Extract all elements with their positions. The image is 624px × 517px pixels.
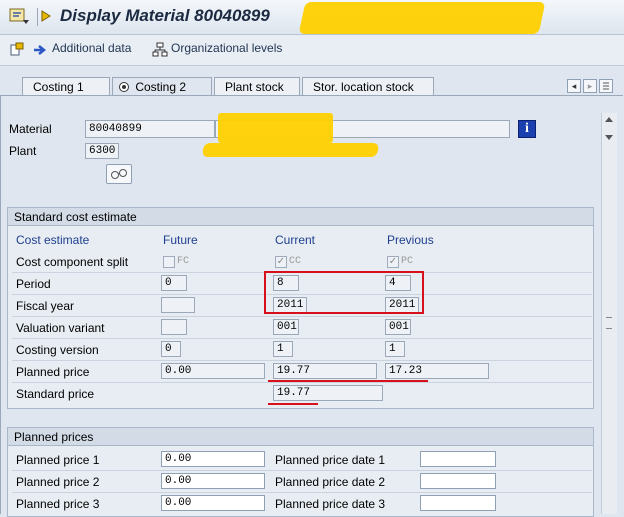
planned-price-date-1-field[interactable] bbox=[420, 451, 496, 467]
redaction-mark bbox=[201, 143, 380, 157]
planned-price-3-field[interactable]: 0.00 bbox=[161, 495, 265, 511]
tab-label: Costing 2 bbox=[135, 80, 187, 94]
link-button[interactable] bbox=[106, 164, 132, 184]
org-levels-icon[interactable] bbox=[152, 42, 168, 58]
tab-label: Plant stock bbox=[225, 80, 284, 94]
tab-label: Costing 1 bbox=[33, 80, 84, 94]
group-title: Planned prices bbox=[8, 428, 593, 446]
plant-field[interactable]: 6300 bbox=[85, 143, 119, 159]
cost-component-split-label: Cost component split bbox=[16, 255, 129, 269]
previous-header: Previous bbox=[387, 233, 434, 247]
tab-stor-location-stock[interactable]: Stor. location stock bbox=[302, 77, 434, 95]
other-view-icon[interactable] bbox=[9, 42, 25, 58]
future-fiscal-year-field[interactable] bbox=[161, 297, 195, 313]
fiscal-year-label: Fiscal year bbox=[16, 299, 75, 313]
period-label: Period bbox=[16, 277, 51, 291]
plant-label: Plant bbox=[9, 144, 37, 158]
future-costing-version-field[interactable]: 0 bbox=[161, 341, 181, 357]
previous-split-label: PC bbox=[401, 256, 414, 267]
scroll-down-icon[interactable] bbox=[605, 135, 613, 140]
future-split-checkbox[interactable] bbox=[163, 256, 175, 268]
row-divider bbox=[12, 470, 592, 471]
tab-costing-1[interactable]: Costing 1 bbox=[22, 77, 110, 95]
planned-price-date-1-label: Planned price date 1 bbox=[275, 453, 386, 467]
glasses-icon bbox=[111, 169, 127, 179]
previous-costing-version-field[interactable]: 1 bbox=[385, 341, 405, 357]
info-icon[interactable]: i bbox=[518, 120, 536, 138]
planned-price-date-3-field[interactable] bbox=[420, 495, 496, 511]
planned-price-2-field[interactable]: 0.00 bbox=[161, 473, 265, 489]
current-split-label: CC bbox=[289, 256, 302, 267]
tab-list-button[interactable] bbox=[599, 79, 613, 93]
window-title: Display Material 80040899 bbox=[60, 6, 270, 25]
underline-mark bbox=[268, 403, 318, 405]
future-period-field[interactable]: 0 bbox=[161, 275, 187, 291]
planned-price-2-label: Planned price 2 bbox=[16, 475, 100, 489]
row-divider bbox=[12, 382, 592, 383]
menu-icon[interactable] bbox=[9, 8, 31, 26]
future-split-label: FC bbox=[177, 256, 190, 267]
redaction-mark bbox=[218, 113, 333, 143]
highlight-box bbox=[264, 271, 424, 314]
material-field[interactable]: 80040899 bbox=[85, 120, 215, 138]
vertical-scrollbar[interactable] bbox=[601, 113, 617, 514]
planned-price-1-label: Planned price 1 bbox=[16, 453, 100, 467]
row-divider bbox=[12, 338, 592, 339]
org-levels-button[interactable]: Organizational levels bbox=[171, 41, 282, 55]
tab-costing-2[interactable]: Costing 2 bbox=[112, 77, 212, 95]
standard-price-label: Standard price bbox=[16, 387, 95, 401]
application-toolbar: Additional data Organizational levels bbox=[0, 35, 624, 66]
current-costing-version-field[interactable]: 1 bbox=[273, 341, 293, 357]
planned-price-date-3-label: Planned price date 3 bbox=[275, 497, 386, 511]
future-header: Future bbox=[163, 233, 198, 247]
underline-mark bbox=[268, 380, 428, 382]
previous-planned-price-field[interactable]: 17.23 bbox=[385, 363, 489, 379]
planned-price-date-2-label: Planned price date 2 bbox=[275, 475, 386, 489]
cost-estimate-header: Cost estimate bbox=[16, 233, 90, 247]
tab-scroll-left-button[interactable]: ◂ bbox=[567, 79, 581, 93]
previous-split-checkbox[interactable]: ✓ bbox=[387, 256, 399, 268]
planned-price-3-label: Planned price 3 bbox=[16, 497, 100, 511]
row-divider bbox=[12, 316, 592, 317]
costing-version-label: Costing version bbox=[16, 343, 99, 357]
current-header: Current bbox=[275, 233, 316, 247]
redaction-mark bbox=[298, 2, 546, 34]
selected-tab-icon bbox=[119, 82, 129, 92]
current-standard-price-field[interactable]: 19.77 bbox=[273, 385, 383, 401]
tab-label: Stor. location stock bbox=[313, 80, 414, 94]
nav-back-icon[interactable] bbox=[40, 9, 52, 23]
planned-price-1-field[interactable]: 0.00 bbox=[161, 451, 265, 467]
valuation-variant-label: Valuation variant bbox=[16, 321, 105, 335]
future-planned-price-field[interactable]: 0.00 bbox=[161, 363, 265, 379]
material-label: Material bbox=[9, 122, 52, 136]
current-split-checkbox[interactable]: ✓ bbox=[275, 256, 287, 268]
row-divider bbox=[12, 360, 592, 361]
additional-data-button[interactable]: Additional data bbox=[52, 41, 131, 55]
future-valuation-variant-field[interactable] bbox=[161, 319, 187, 335]
tab-scroll-right-button[interactable]: ▸ bbox=[583, 79, 597, 93]
additional-data-icon[interactable] bbox=[33, 42, 49, 58]
title-bar: Display Material 80040899 bbox=[0, 0, 624, 35]
scroll-up-icon[interactable] bbox=[605, 117, 613, 122]
current-planned-price-field[interactable]: 19.77 bbox=[273, 363, 377, 379]
group-title: Standard cost estimate bbox=[8, 208, 593, 226]
separator bbox=[37, 8, 38, 26]
previous-valuation-variant-field[interactable]: 001 bbox=[385, 319, 411, 335]
current-valuation-variant-field[interactable]: 001 bbox=[273, 319, 299, 335]
tab-plant-stock[interactable]: Plant stock bbox=[214, 77, 300, 95]
planned-price-date-2-field[interactable] bbox=[420, 473, 496, 489]
row-divider bbox=[12, 492, 592, 493]
planned-price-label: Planned price bbox=[16, 365, 90, 379]
scroll-grip[interactable] bbox=[606, 317, 612, 329]
